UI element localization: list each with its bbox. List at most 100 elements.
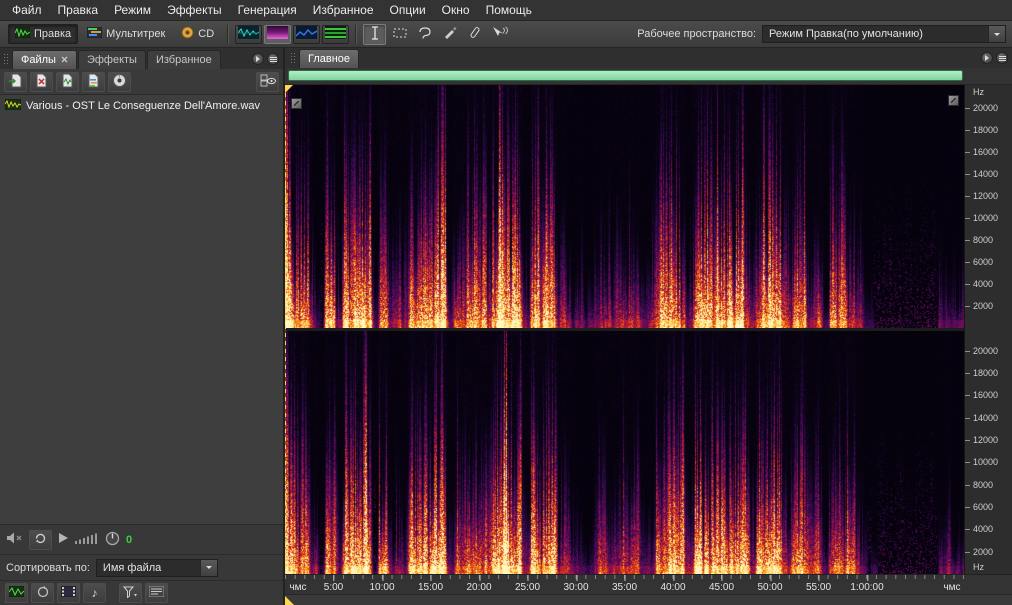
menu-item-3[interactable]: Эффекты [159,1,230,19]
menu-item-6[interactable]: Опции [382,1,434,19]
waveform-display-button[interactable] [235,24,263,44]
panel-grip-icon[interactable] [290,52,296,65]
main-tabstrip: Главное [285,48,1012,68]
midi-note-icon: ♪ [91,586,98,600]
chevron-down-icon[interactable] [199,559,217,576]
file-type-filters: ♪ [0,580,283,605]
panel-menu-button[interactable] [267,53,279,65]
spectral-phase-display-button[interactable] [322,24,350,44]
frequency-ruler[interactable]: Hz Hz 20000 18000 16000 14000 12000 10000 8000… [964,85,1012,574]
pan-handle-icon[interactable] [291,98,302,109]
selection-start-marker-bottom[interactable] [285,596,294,605]
tab-effects[interactable]: Эффекты [77,50,146,69]
menu-item-5[interactable]: Избранное [305,1,382,19]
selection-bar[interactable] [285,594,1012,605]
playhead[interactable] [285,85,286,574]
show-full-path-button[interactable] [145,583,168,603]
menu-item-1[interactable]: Правка [50,1,107,19]
menu-item-8[interactable]: Помощь [478,1,540,19]
volume-bars-icon[interactable] [75,532,99,547]
menubar: Файл Правка Режим Эффекты Генерация Избранное… [0,0,1012,21]
spectral-pan-display-button[interactable] [293,24,321,44]
time-label: 25:00 [514,575,541,593]
files-toolbar [0,69,283,95]
tools-group [359,21,515,47]
loop-playback-button[interactable] [29,529,52,550]
path-list-icon [148,585,165,600]
timeline-ruler[interactable]: 5:00 10:00 15:00 20:00 25:00 30:00 35:00 40:00 4… [285,574,1012,594]
tab-favorites[interactable]: Избранное [146,50,221,69]
spectral-display: Hz Hz 20000 18000 16000 14000 12000 10000 8000… [285,85,1012,574]
timeline-unit-right: чмс [943,582,961,593]
panel-buttons [252,53,283,69]
spectrogram-canvas-right[interactable] [285,331,964,574]
freq-unit-label: Hz [973,562,984,572]
filter-options-button[interactable] [119,583,142,603]
freq-tick-label: 14000 [964,168,999,179]
insert-multitrack-button[interactable] [82,71,105,92]
cd-icon [181,26,194,42]
filter-audio-button[interactable] [5,583,28,603]
spectral-display-button[interactable] [264,24,292,44]
edit-view-button[interactable]: Правка [8,24,79,44]
right-channel-spectrogram[interactable] [285,328,964,574]
file-item[interactable]: Various - OST Le Conseguenze Dell'Amore.… [0,98,283,114]
zoom-navigator[interactable] [285,68,1012,85]
panel-scroll-button[interactable] [252,53,264,65]
tab-files-label: Файлы [21,54,56,66]
mute-speaker-icon[interactable] [6,531,23,548]
multitrack-view-button[interactable]: Мультитрек [80,24,172,44]
show-options-button[interactable] [256,71,279,92]
tab-main[interactable]: Главное [299,49,360,68]
preview-bar: 0 [0,524,283,554]
freq-tick-label: 10000 [964,212,999,223]
spectrogram-canvas-left[interactable] [285,85,964,328]
panel-menu-button[interactable] [996,52,1008,64]
sort-row: Сортировать по: Имя файла [0,554,283,580]
workspace-select[interactable]: Режим Правка(по умолчанию) [762,25,1006,43]
time-selection-tool[interactable] [363,23,387,45]
spot-healing-brush-tool[interactable] [463,24,486,45]
menu-item-0[interactable]: Файл [4,1,50,19]
menu-item-2[interactable]: Режим [106,1,159,19]
edit-file-button[interactable] [56,71,79,92]
freq-tick-label: 16000 [964,390,999,401]
import-file-button[interactable] [4,71,27,92]
zoom-handle-icon[interactable] [948,95,959,106]
close-file-button[interactable] [30,71,53,92]
tab-main-label: Главное [308,53,351,65]
lasso-selection-tool[interactable] [413,24,436,45]
marquee-selection-tool[interactable] [388,24,411,45]
effects-paintbrush-tool[interactable] [438,24,461,45]
selection-start-marker-top[interactable] [285,85,293,93]
cd-view-button[interactable]: CD [174,23,221,45]
menu-item-7[interactable]: Окно [434,1,478,19]
loop-icon [33,532,48,548]
chevron-down-icon[interactable] [988,26,1005,42]
menu-item-4[interactable]: Генерация [230,1,305,19]
insert-cd-button[interactable] [108,71,131,92]
navigator-range-bar[interactable] [288,70,963,81]
panel-grip-icon[interactable] [3,53,9,66]
tab-files[interactable]: Файлы [12,50,77,69]
left-channel-spectrogram[interactable] [285,85,964,328]
sort-select[interactable]: Имя файла [95,558,218,577]
insert-cd-icon [112,73,127,91]
preview-volume-knob[interactable] [105,531,120,549]
file-list[interactable]: Various - OST Le Conseguenze Dell'Amore.… [0,95,283,524]
filter-video-button[interactable] [57,583,80,603]
preview-volume-value: 0 [126,533,133,546]
close-tab-icon[interactable] [61,54,68,66]
scrub-tool[interactable] [488,24,511,45]
tab-favorites-label: Избранное [155,54,212,66]
filter-loop-button[interactable] [31,583,54,603]
freq-tick-label: 14000 [964,412,999,423]
display-mode-group [231,21,353,47]
files-panel: Файлы Эффекты Избранное Various - OST Le… [0,48,285,605]
filter-midi-button[interactable]: ♪ [83,583,106,603]
play-preview-icon[interactable] [58,532,69,547]
panel-scroll-button[interactable] [981,52,993,64]
healing-brush-icon [467,25,483,43]
sort-label: Сортировать по: [6,561,90,574]
freq-tick-label: 8000 [964,234,994,245]
